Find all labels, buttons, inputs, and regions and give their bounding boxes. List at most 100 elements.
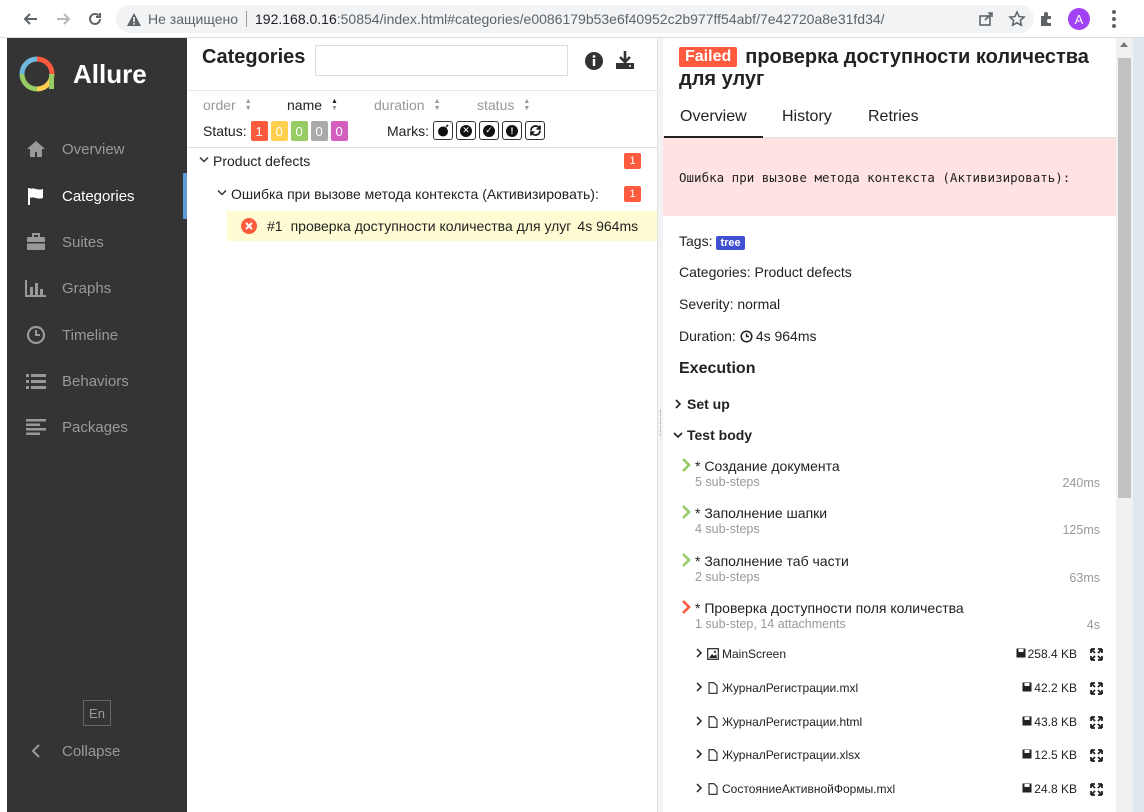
tree-group-name: Product defects [213,153,311,169]
chevron-down-icon [673,432,683,439]
tree-subgroup[interactable]: Ошибка при вызове метода контекста (Акти… [187,179,657,209]
mark-flaky-toggle[interactable] [433,121,453,140]
brand[interactable]: Allure [19,56,147,92]
test-name: проверка доступности количества для улуг [290,218,572,234]
sidebar-item-behaviors[interactable]: Behaviors [7,358,187,404]
setup-label: Set up [687,396,730,412]
categories-pane: Categories order ▲ ▼ name ▲ ▼ duration ▲ ▼ … [187,38,657,812]
attachment-size: 42.2 KB [1022,681,1077,695]
step-substeps: 2 sub-steps [695,570,760,584]
extensions-icon[interactable] [1036,8,1058,30]
warning-icon[interactable] [126,11,142,27]
download-icon[interactable] [615,50,635,70]
splitter-grip[interactable] [660,410,662,436]
browser-menu-icon[interactable] [1104,8,1124,30]
tags-label: Tags: [679,233,713,249]
expand-icon[interactable] [1090,715,1103,729]
sidebar-item-suites[interactable]: Suites [7,219,187,265]
step-duration: 240ms [1062,476,1100,490]
url-text[interactable]: 192.168.0.16:50854/index.html#categories… [255,11,885,27]
marks-filter: Marks: ✕ ✓ ! [387,121,545,140]
attachment-row[interactable]: MainScreen 258.4 KB [695,644,1103,664]
status-broken-toggle[interactable]: 0 [270,121,288,141]
search-input[interactable] [315,45,568,76]
sidebar-item-graphs[interactable]: Graphs [7,265,187,311]
setup-toggle[interactable]: Set up [673,396,730,412]
reload-button[interactable] [80,4,110,34]
attachment-row[interactable]: ЖурналРегистрации.html 43.8 KB [695,712,1103,732]
chevron-right-icon [695,748,707,762]
forward-button[interactable] [48,4,78,34]
attachment-row[interactable]: ЖурналРегистрации.xlsx 12.5 KB [695,745,1103,765]
sidebar-item-packages[interactable]: Packages [7,404,187,450]
testbody-toggle[interactable]: Test body [673,427,752,443]
step-item[interactable]: * Проверка доступности поля количества 1… [682,600,1100,632]
mark-new-failed-toggle[interactable]: ✕ [456,121,476,140]
sidebar-item-label: Overview [62,140,125,158]
expand-icon[interactable] [1090,681,1103,695]
sidebar-item-overview[interactable]: Overview [7,126,187,172]
clock-icon [740,329,753,343]
sort-duration[interactable]: duration ▲ ▼ [374,97,441,113]
attachment-name: ЖурналРегистрации.html [722,715,863,729]
bomb-icon [437,124,449,137]
mark-retries-toggle[interactable] [525,121,545,140]
status-passed-toggle[interactable]: 0 [290,121,308,141]
status-failed-toggle[interactable]: 1 [250,121,268,141]
tab-history[interactable]: History [782,108,832,126]
file-icon [708,783,718,795]
step-item[interactable]: * Создание документа 5 sub-steps 240ms [682,458,1100,490]
duration-line: Duration: 4s 964ms [679,328,817,344]
save-icon [1022,682,1032,692]
step-item[interactable]: * Заполнение шапки 4 sub-steps 125ms [682,505,1100,537]
back-button[interactable] [16,4,46,34]
scroll-up-arrow[interactable] [1120,42,1128,47]
save-icon [1022,783,1032,793]
test-title-text: проверка доступности количества для улуг [679,46,1089,90]
expand-icon[interactable] [1090,748,1103,762]
insecure-label[interactable]: Не защищено [148,11,238,27]
scrollbar-thumb[interactable] [1118,58,1131,498]
url-path: :50854/index.html#categories/e0086179b53… [336,11,885,27]
status-unknown-toggle[interactable]: 0 [330,121,348,141]
chevron-right-passed-icon [682,553,691,567]
tree-group-product-defects[interactable]: Product defects 1 [187,146,657,176]
attachment-name: MainScreen [722,647,787,661]
sidebar-item-label: Graphs [62,279,112,297]
attachment-row[interactable]: ЖурналРегистрации.mxl 42.2 KB [695,678,1103,698]
share-icon[interactable] [978,11,994,27]
sort-arrows-icon: ▲ ▼ [433,98,441,112]
expand-icon[interactable] [1090,647,1103,661]
attachment-name: ЖурналРегистрации.mxl [722,681,859,695]
tab-retries[interactable]: Retries [868,108,919,126]
mark-new-passed-toggle[interactable]: ✓ [479,121,499,140]
step-item[interactable]: * Заполнение таб части 2 sub-steps 63ms [682,553,1100,585]
sort-status[interactable]: status ▲ ▼ [477,97,530,113]
info-icon[interactable] [584,51,604,71]
status-skipped-toggle[interactable]: 0 [310,121,328,141]
mark-new-broken-toggle[interactable]: ! [502,121,522,140]
sidebar-item-timeline[interactable]: Timeline [7,312,187,358]
profile-avatar[interactable]: A [1068,8,1090,30]
attachment-name: СостояниеАктивнойФормы.mxl [722,782,896,796]
test-detail-pane: Failed проверка доступности количества дл… [663,38,1116,812]
status-filter: Status: 1 0 0 0 0 [203,121,348,141]
brand-name: Allure [73,58,147,89]
attachment-row[interactable]: СостояниеАктивнойФормы.mxl 24.8 KB [695,779,1103,799]
sidebar-item-categories[interactable]: Categories [7,173,187,219]
error-message[interactable]: Ошибка при вызове метода контекста (Акти… [663,138,1116,216]
chevron-right-icon [695,715,707,729]
collapse-button[interactable]: Collapse [7,734,187,768]
sort-order[interactable]: order ▲ ▼ [203,97,252,113]
test-result-row[interactable]: #1 проверка доступности количества для у… [227,211,657,241]
language-button[interactable]: En [83,700,111,726]
desktop-background [1133,38,1144,812]
vertical-scrollbar[interactable] [1116,38,1133,812]
sidebar-item-label: Packages [62,418,128,436]
star-icon[interactable] [1008,10,1026,28]
address-bar[interactable]: Не защищено 192.168.0.16:50854/index.htm… [116,5,1034,33]
step-duration: 63ms [1069,571,1100,585]
tab-overview[interactable]: Overview [664,108,763,139]
sort-name[interactable]: name ▲ ▼ [287,97,338,113]
expand-icon[interactable] [1090,782,1103,796]
